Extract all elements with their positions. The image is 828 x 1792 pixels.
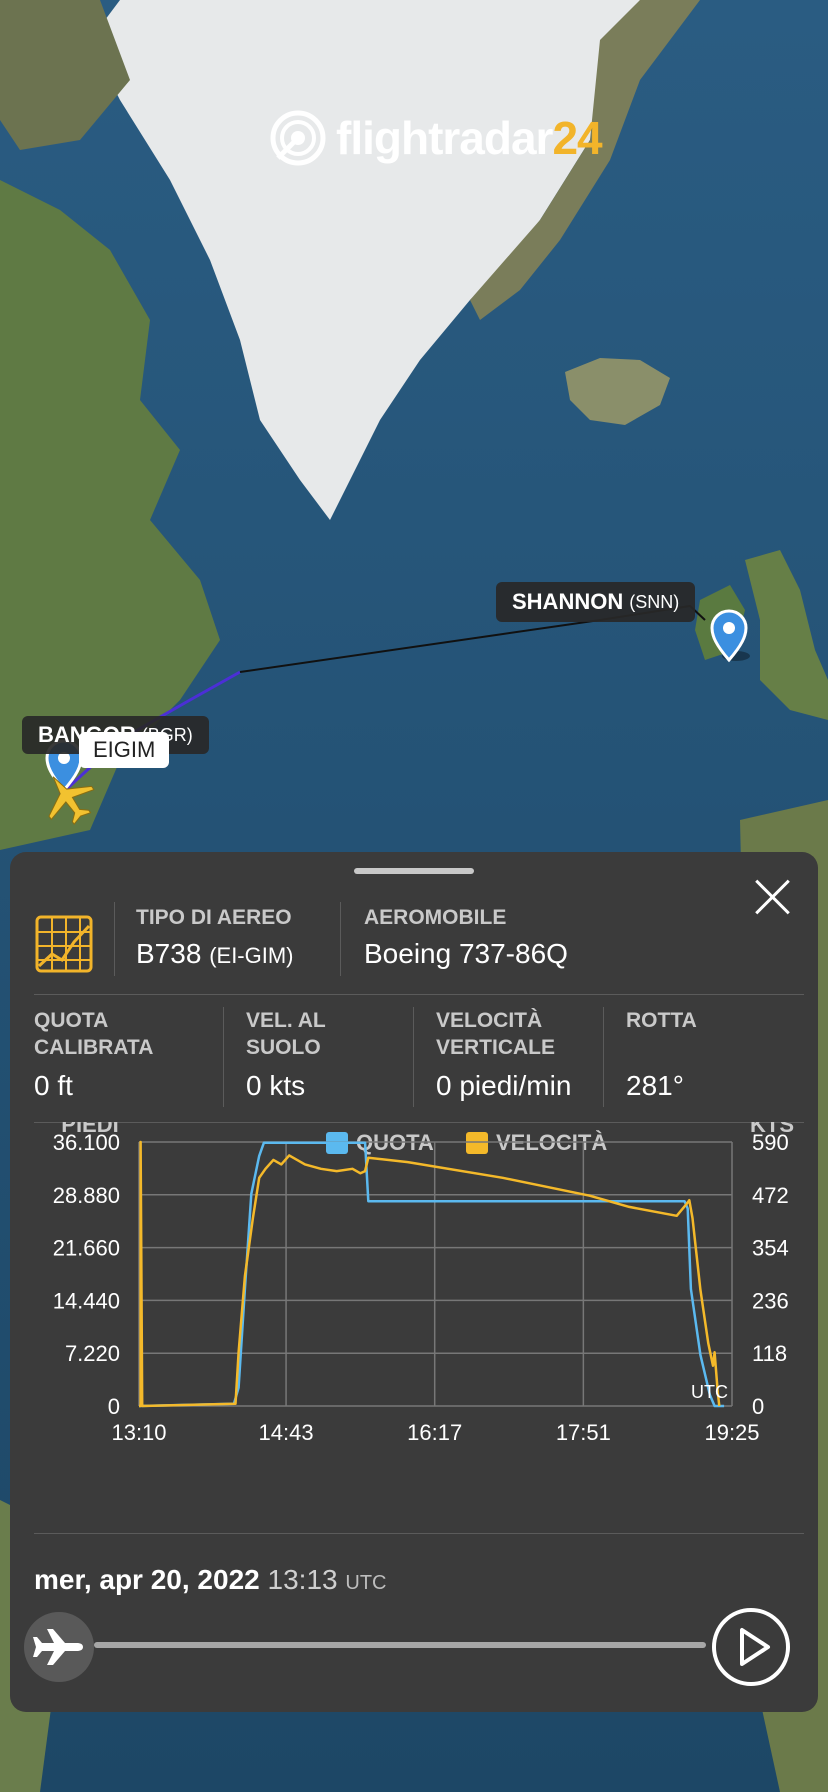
aircraft-registration-label[interactable]: EIGIM [79, 732, 170, 768]
logo-text: flightradar24 [336, 111, 603, 165]
aircraft-chart-icon [35, 915, 93, 973]
aircraft-type-value: B738 (EI-GIM) [136, 938, 294, 970]
stat-value-ground-speed: 0 kts [246, 1070, 306, 1101]
divider [34, 994, 804, 995]
y-left-tick-label: 21.660 [53, 1236, 120, 1261]
stat-label-ground-speed: VEL. AL SUOLO [246, 1009, 326, 1059]
y-right-tick-label: 0 [752, 1394, 764, 1419]
flight-details-panel: TIPO DI AEREO B738 (EI-GIM) AEROMOBILE B… [10, 852, 818, 1712]
plane-icon [33, 1629, 83, 1665]
divider [413, 1007, 414, 1107]
aircraft-registration: (EI-GIM) [209, 943, 294, 968]
y-left-tick-label: 14.440 [53, 1288, 120, 1313]
divider [340, 902, 341, 976]
close-icon[interactable] [750, 874, 796, 920]
airport-label-shannon[interactable]: SHANNON (SNN) [496, 582, 696, 622]
stat-label-vertical-speed: VELOCITÀ VERTICALE [436, 1009, 556, 1059]
x-tick-label: 17:51 [556, 1420, 611, 1445]
stat-value-heading: 281° [626, 1070, 684, 1101]
playback-timezone: UTC [345, 1572, 387, 1594]
play-icon [740, 1628, 770, 1666]
y-left-tick-label: 0 [108, 1394, 120, 1419]
logo-suffix: 24 [552, 112, 602, 164]
y-left-tick-label: 7.220 [65, 1341, 120, 1366]
divider [223, 1007, 224, 1107]
x-tick-label: 16:17 [407, 1420, 462, 1445]
playback-date: mer, apr 20, 2022 [34, 1564, 260, 1595]
play-button[interactable] [712, 1608, 790, 1686]
divider [34, 1533, 804, 1534]
flight-profile-chart[interactable]: PIEDI KTS36.100 59028.880 47221.660 35414.44… [10, 1122, 818, 1492]
playback-time: 13:13 [267, 1564, 338, 1595]
aircraft-model-value: Boeing 737-86Q [364, 938, 568, 969]
drag-handle[interactable] [354, 868, 474, 874]
x-tick-label: 13:10 [111, 1420, 166, 1445]
aircraft-label: AEROMOBILE [364, 906, 507, 929]
stat-value-altitude: 0 ft [34, 1070, 73, 1101]
flightradar24-logo: flightradar24 [270, 108, 603, 168]
playback-timestamp: mer, apr 20, 2022 13:13 UTC [34, 1564, 386, 1596]
aircraft-type-label: TIPO DI AEREO [136, 906, 292, 929]
stat-label-heading: ROTTA [626, 1009, 697, 1032]
y-right-tick-label: 472 [752, 1183, 789, 1208]
playback-slider-thumb[interactable] [24, 1612, 94, 1682]
airport-code: (SNN) [629, 591, 680, 612]
y-right-tick-label: 118 [752, 1341, 787, 1366]
aircraft-type-code: B738 [136, 938, 202, 969]
x-tick-label: 14:43 [259, 1420, 314, 1445]
stat-label-altitude: QUOTA CALIBRATA [34, 1009, 154, 1059]
x-tick-label: 19:25 [704, 1420, 759, 1445]
y-right-tick-label: 236 [752, 1288, 789, 1313]
divider [114, 902, 115, 976]
stat-value-vertical-speed: 0 piedi/min [436, 1070, 572, 1101]
series-line-velocità [139, 1140, 721, 1408]
y-left-tick-label: 36.100 [53, 1130, 120, 1155]
y-right-tick-label: 590 [752, 1130, 789, 1155]
y-right-tick-label: 354 [752, 1236, 789, 1261]
airport-name: SHANNON [512, 589, 624, 614]
logo-name: flightradar [336, 112, 553, 164]
playback-slider-track[interactable] [94, 1642, 706, 1648]
series-line-quota [138, 1141, 725, 1408]
radar-icon [270, 110, 326, 166]
utc-label: UTC [691, 1382, 728, 1402]
divider [603, 1007, 604, 1107]
y-left-tick-label: 28.880 [53, 1183, 120, 1208]
